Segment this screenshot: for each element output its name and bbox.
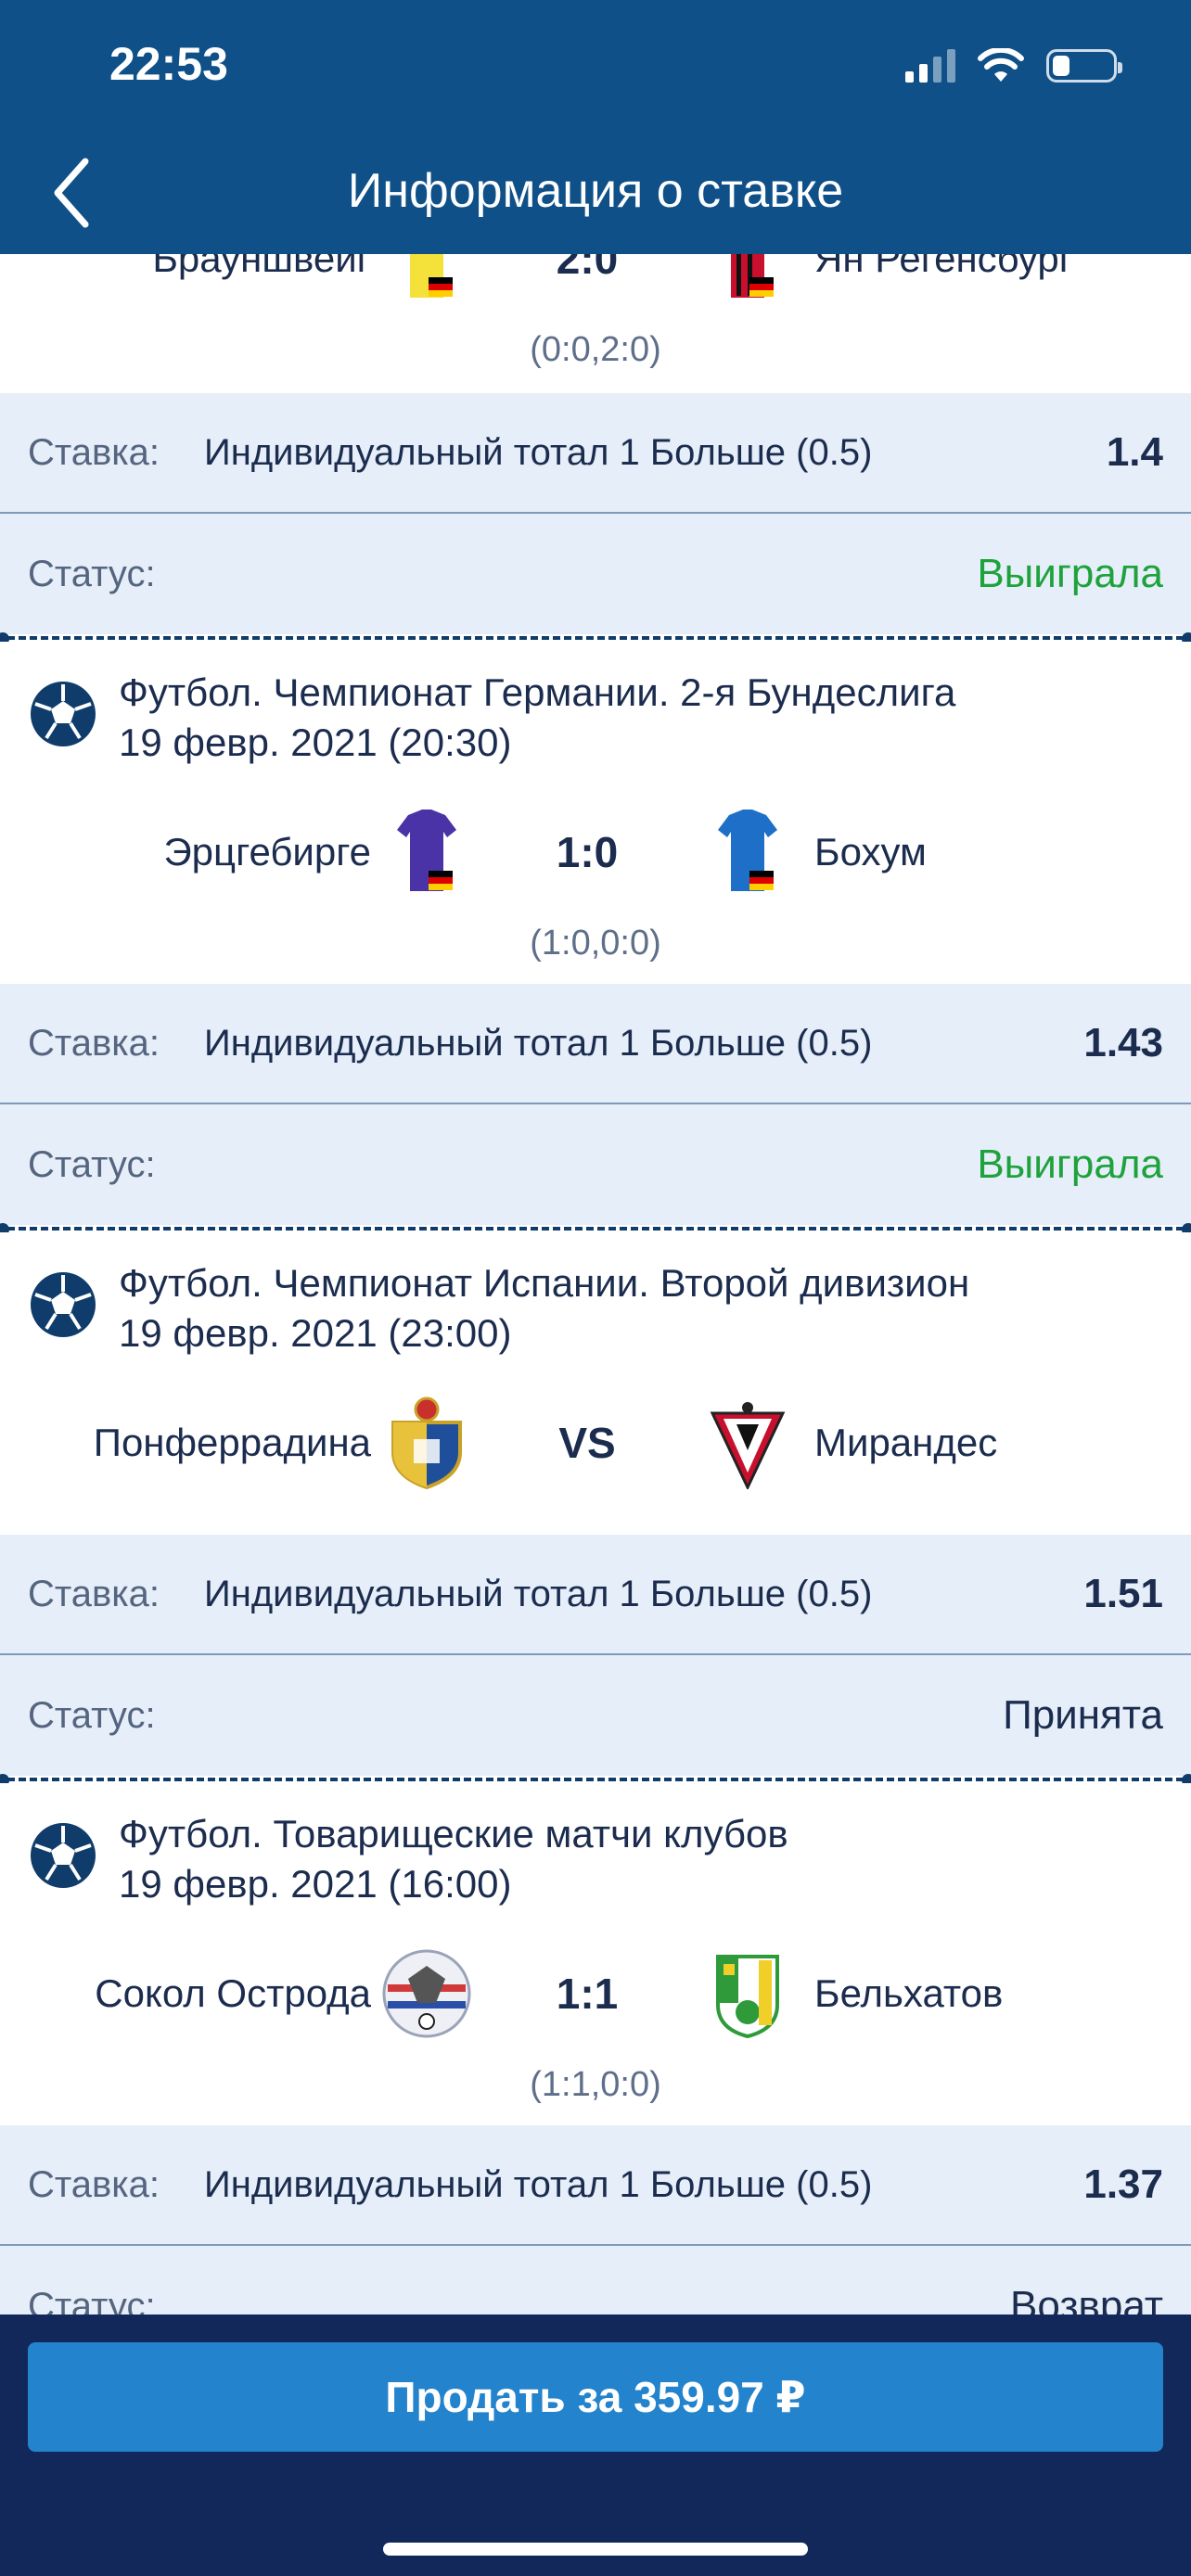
- team-right-name: Ян Регенсбург: [814, 254, 1074, 280]
- team-right-name: Мирандес: [814, 1421, 998, 1464]
- status-label: Статус:: [28, 1694, 156, 1736]
- page-title: Информация о ставке: [347, 164, 844, 218]
- team-left-name: Эрцгебирге: [163, 830, 371, 874]
- half-scores: (1:1,0:0): [530, 2065, 661, 2104]
- status-label: Статус:: [28, 1143, 156, 1185]
- bet-status: Выиграла: [977, 551, 1163, 596]
- match-score: VS: [558, 1419, 616, 1467]
- bet-label: Ставка:: [28, 2163, 160, 2205]
- bet-label: Ставка:: [28, 1022, 160, 1064]
- half-scores: (1:0,0:0): [530, 924, 661, 963]
- match-card: Футбол. Чемпионат Испании. Второй дивизи…: [0, 1232, 1191, 1535]
- bet-info: Ставка: Индивидуальный тотал 1 Больше (0…: [0, 1535, 1191, 1776]
- status-icons: [905, 48, 1122, 83]
- match-card: Футбол. Товарищеские матчи клубов 19 фев…: [0, 1783, 1191, 2125]
- bet-details-list[interactable]: Брауншвейг 2:0 Ян Регенсбург (0:0,2:0) С…: [0, 254, 1191, 2366]
- home-indicator[interactable]: [383, 2543, 808, 2556]
- bet-label: Ставка:: [28, 1573, 160, 1614]
- team-left-name: Брауншвейг: [152, 254, 371, 280]
- soccer-ball-icon: [31, 682, 96, 746]
- bet-coefficient: 1.43: [1083, 1020, 1163, 1065]
- bet-type: Индивидуальный тотал 1 Больше (0.5): [204, 1573, 873, 1614]
- match-score: 1:1: [556, 1970, 619, 2018]
- soccer-ball-icon: [31, 1272, 96, 1337]
- team-jersey-icon: [718, 810, 777, 891]
- bet-status: Принята: [1003, 1692, 1163, 1738]
- status-time: 22:53: [109, 38, 228, 90]
- team-crest-icon: [391, 1396, 462, 1489]
- team-jersey-icon: [397, 810, 456, 891]
- team-crest-icon: [382, 1949, 471, 2038]
- team-right-name: Бельхатов: [814, 1971, 1004, 2015]
- cellular-signal-icon: [905, 49, 955, 83]
- battery-icon: [1046, 49, 1122, 83]
- bet-type: Индивидуальный тотал 1 Больше (0.5): [204, 1022, 873, 1064]
- match-card: Брауншвейг 2:0 Ян Регенсбург (0:0,2:0): [0, 254, 1191, 393]
- match-card: Футбол. Чемпионат Германии. 2-я Бундесли…: [0, 642, 1191, 984]
- bet-type: Индивидуальный тотал 1 Больше (0.5): [204, 431, 873, 473]
- team-left-name: Сокол Острода: [95, 1971, 371, 2015]
- wifi-icon: [978, 48, 1024, 82]
- team-jersey-icon: [731, 254, 774, 298]
- bet-label: Ставка:: [28, 431, 160, 473]
- team-crest-icon: [710, 1402, 786, 1489]
- divider: [0, 1774, 1191, 1787]
- status-label: Статус:: [28, 553, 156, 594]
- bet-coefficient: 1.51: [1083, 1571, 1163, 1616]
- soccer-ball-icon: [31, 1823, 96, 1888]
- half-scores: (0:0,2:0): [530, 330, 661, 369]
- team-left-name: Понферрадина: [93, 1421, 371, 1464]
- bottom-bar: Продать за 359.97 ₽: [0, 2315, 1191, 2576]
- bet-type: Индивидуальный тотал 1 Больше (0.5): [204, 2163, 873, 2205]
- league-name: Футбол. Чемпионат Германии. 2-я Бундесли…: [119, 670, 956, 714]
- match-score: 1:0: [556, 828, 619, 876]
- team-right-name: Бохум: [814, 830, 927, 874]
- bet-status: Выиграла: [977, 1141, 1163, 1187]
- top-bar: 22:53 Информация о ставке: [0, 0, 1191, 254]
- bet-coefficient: 1.37: [1083, 2162, 1163, 2207]
- bet-info: Ставка: Индивидуальный тотал 1 Больше (0…: [0, 393, 1191, 634]
- league-name: Футбол. Чемпионат Испании. Второй дивизи…: [119, 1261, 970, 1305]
- divider: [0, 632, 1191, 645]
- team-jersey-icon: [410, 254, 453, 298]
- bet-coefficient: 1.4: [1106, 429, 1163, 475]
- sell-bet-button[interactable]: Продать за 359.97 ₽: [28, 2342, 1163, 2452]
- league-name: Футбол. Товарищеские матчи клубов: [119, 1812, 788, 1855]
- match-date: 19 февр. 2021 (20:30): [119, 721, 512, 764]
- bet-info: Ставка: Индивидуальный тотал 1 Больше (0…: [0, 984, 1191, 1225]
- team-crest-icon: [716, 1955, 779, 2039]
- match-score: 2:0: [556, 254, 619, 283]
- divider: [0, 1223, 1191, 1236]
- match-date: 19 февр. 2021 (16:00): [119, 1862, 512, 1906]
- match-date: 19 февр. 2021 (23:00): [119, 1311, 512, 1355]
